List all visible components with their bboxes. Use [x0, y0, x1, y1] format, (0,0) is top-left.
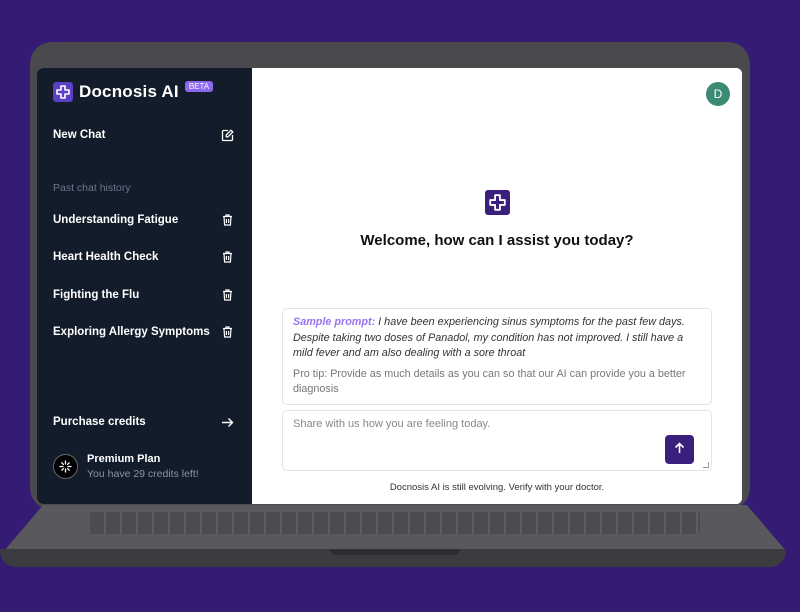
trash-icon[interactable]	[220, 325, 234, 339]
plan-title: Premium Plan	[87, 453, 161, 465]
sidebar: Docnosis AI BETA New Chat Past chat hist…	[37, 68, 252, 504]
arrow-up-icon	[674, 441, 685, 459]
laptop-notch	[330, 549, 460, 555]
purchase-credits-button[interactable]: Purchase credits	[53, 415, 234, 429]
disclaimer: Docnosis AI is still evolving. Verify wi…	[389, 482, 605, 493]
laptop-keyboard	[90, 512, 700, 534]
beta-badge: BETA	[184, 80, 214, 92]
trash-icon[interactable]	[220, 213, 234, 227]
send-button[interactable]	[665, 435, 694, 464]
history-item-label: Exploring Allergy Symptoms	[53, 326, 210, 338]
history-heading: Past chat history	[53, 182, 131, 194]
trash-icon[interactable]	[220, 288, 234, 302]
arrow-right-icon	[220, 415, 234, 429]
history-item-label: Heart Health Check	[53, 251, 159, 263]
app-window: Docnosis AI BETA New Chat Past chat hist…	[37, 68, 742, 504]
plan-card[interactable]: Premium Plan You have 29 credits left!	[53, 453, 199, 480]
new-chat-button[interactable]: New Chat	[53, 128, 234, 142]
medical-cross-icon	[53, 82, 73, 102]
avatar[interactable]: D	[706, 82, 730, 106]
message-input-box	[282, 410, 712, 471]
trash-icon[interactable]	[220, 250, 234, 264]
welcome-heading: Welcome, how can I assist you today?	[360, 232, 634, 249]
history-item[interactable]: Heart Health Check	[53, 250, 234, 264]
message-input[interactable]	[283, 411, 711, 470]
plan-credits: You have 29 credits left!	[87, 468, 199, 480]
history-item-label: Understanding Fatigue	[53, 214, 179, 226]
sample-prompt: Sample prompt: I have been experiencing …	[293, 315, 701, 362]
purchase-credits-label: Purchase credits	[53, 416, 146, 428]
pro-tip: Pro tip: Provide as much details as you …	[293, 367, 686, 396]
sparkle-icon	[53, 454, 78, 479]
new-chat-label: New Chat	[53, 129, 106, 141]
sample-prompt-label: Sample prompt:	[293, 316, 376, 328]
sample-prompt-card[interactable]: Sample prompt: I have been experiencing …	[282, 308, 712, 405]
edit-icon	[220, 128, 234, 142]
app-logo[interactable]: Docnosis AI BETA	[53, 80, 214, 102]
history-item[interactable]: Understanding Fatigue	[53, 213, 234, 227]
medical-cross-icon	[485, 190, 510, 215]
history-item-label: Fighting the Flu	[53, 289, 140, 301]
app-name: Docnosis AI	[79, 82, 179, 101]
chat-main: D Welcome, how can I assist you today? S…	[252, 68, 742, 504]
resize-handle[interactable]	[703, 462, 709, 468]
history-item[interactable]: Fighting the Flu	[53, 288, 234, 302]
history-item[interactable]: Exploring Allergy Symptoms	[53, 325, 234, 339]
